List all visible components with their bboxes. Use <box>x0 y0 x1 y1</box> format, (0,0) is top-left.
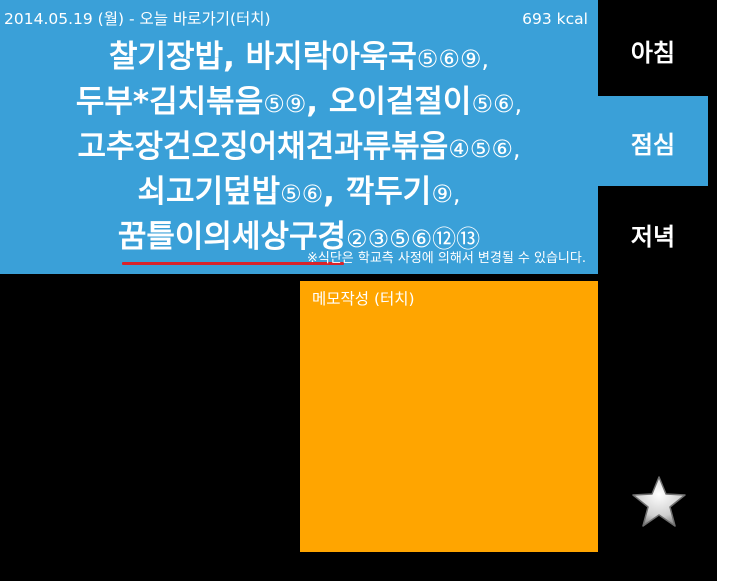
allergen-numbers: ⑤⑥, <box>471 90 523 118</box>
memo-label: 메모작성 (터치) <box>312 290 415 308</box>
menu-panel[interactable]: 2014.05.19 (월) - 오늘 바로가기(터치) 693 kcal 찰기… <box>0 0 598 274</box>
menu-line: 찰기장밥, 바지락아욱국⑤⑥⑨, <box>0 36 598 81</box>
date-today-link[interactable]: 2014.05.19 (월) - 오늘 바로가기(터치) <box>4 9 271 29</box>
tab-lunch[interactable]: 점심 <box>598 125 708 160</box>
app-screen: 2014.05.19 (월) - 오늘 바로가기(터치) 693 kcal 찰기… <box>0 0 717 581</box>
menu-line: 고추장건오징어채견과류볶음④⑤⑥, <box>0 126 598 171</box>
allergen-numbers: ⑤⑥⑨, <box>416 45 489 73</box>
star-icon[interactable] <box>630 474 688 530</box>
tab-dinner[interactable]: 저녁 <box>598 217 708 252</box>
allergen-numbers: ⑤⑨ <box>263 90 307 118</box>
memo-area[interactable]: 메모작성 (터치) <box>300 281 598 552</box>
tab-breakfast[interactable]: 아침 <box>598 33 708 68</box>
menu-item-text: 두부*김치볶음 <box>75 84 264 120</box>
menu-list: 찰기장밥, 바지락아욱국⑤⑥⑨, 두부*김치볶음⑤⑨, 오이겉절이⑤⑥, 고추장… <box>0 36 598 265</box>
allergen-numbers: ④⑤⑥, <box>448 135 521 163</box>
menu-line: 두부*김치볶음⑤⑨, 오이겉절이⑤⑥, <box>0 81 598 126</box>
menu-item-text: , 오이겉절이 <box>306 84 472 120</box>
allergen-numbers: ⑨, <box>431 180 461 208</box>
menu-item-text: 쇠고기덮밥 <box>137 174 281 210</box>
allergen-numbers: ⑤⑥ <box>280 180 324 208</box>
menu-item-text: , 깍두기 <box>323 174 432 210</box>
menu-line: 쇠고기덮밥⑤⑥, 깍두기⑨, <box>0 171 598 216</box>
calorie-count: 693 kcal <box>522 10 588 28</box>
menu-notice: ※식단은 학교측 사정에 의해서 변경될 수 있습니다. <box>306 251 586 266</box>
menu-item-text: 고추장건오징어채견과류볶음 <box>77 129 449 165</box>
allergen-numbers: ②③⑤⑥⑫⑬ <box>346 225 481 253</box>
menu-item-text: 찰기장밥, 바지락아욱국 <box>109 39 417 75</box>
